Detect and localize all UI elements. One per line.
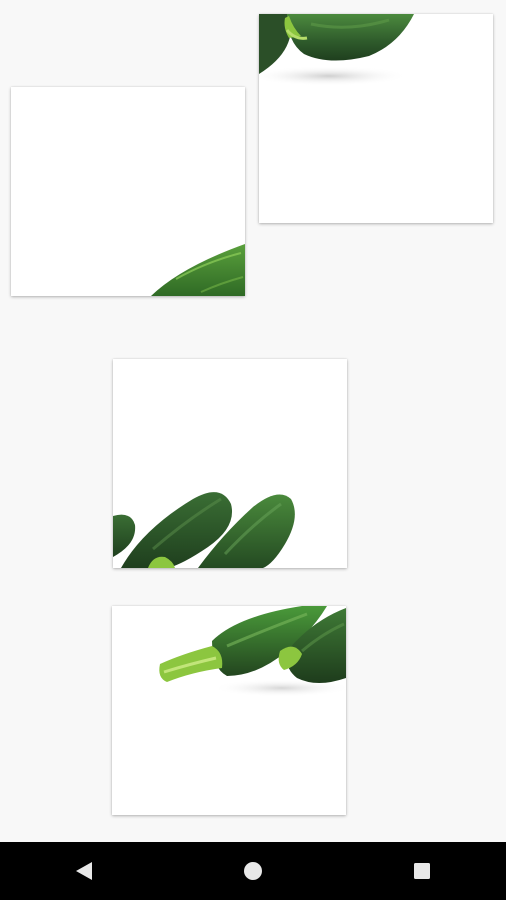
puzzle-piece[interactable] bbox=[11, 87, 245, 296]
puzzle-piece[interactable] bbox=[113, 359, 347, 568]
puzzle-piece[interactable] bbox=[259, 14, 493, 223]
zucchini-image bbox=[151, 244, 245, 296]
puzzle-board bbox=[0, 0, 506, 842]
puzzle-piece[interactable] bbox=[112, 606, 346, 815]
navigation-bar bbox=[0, 842, 506, 900]
zucchini-image bbox=[113, 492, 295, 568]
back-button[interactable] bbox=[54, 842, 114, 900]
zucchini-image bbox=[259, 14, 414, 86]
recents-button[interactable] bbox=[392, 842, 452, 900]
back-triangle-icon bbox=[75, 861, 93, 881]
zucchini-image bbox=[159, 606, 346, 697]
home-circle-icon bbox=[243, 861, 263, 881]
recents-square-icon bbox=[413, 862, 431, 880]
home-button[interactable] bbox=[223, 842, 283, 900]
